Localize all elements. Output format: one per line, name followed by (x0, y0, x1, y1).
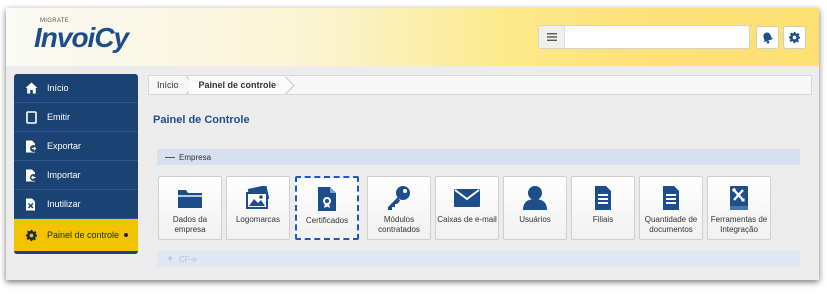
tile-caixas-de-email[interactable]: Caixas de e-mail (435, 176, 499, 240)
tile-dados-da-empresa[interactable]: Dados da empresa (158, 176, 222, 240)
tile-label: Módulos contratados (378, 215, 420, 234)
tile-usuarios[interactable]: Usuários (503, 176, 567, 240)
sidebar-item-importar[interactable]: Importar (14, 161, 138, 190)
sidebar-item-label: Painel de controle (47, 230, 120, 240)
tile-label: Ferramentas de Integração (710, 215, 768, 234)
sidebar: Início Emitir Exportar Importar Inutiliz… (14, 74, 138, 254)
sidebar-item-painel-de-controle[interactable]: Painel de controle (14, 219, 138, 251)
sidebar-item-label: Início (47, 83, 69, 93)
search-input[interactable] (567, 28, 747, 46)
expand-icon: + (167, 253, 173, 265)
sidebar-item-label: Exportar (47, 141, 82, 151)
menu-button[interactable] (539, 26, 565, 48)
collapse-icon: — (165, 151, 175, 163)
tile-label: Dados da empresa (172, 215, 208, 234)
folder-icon (177, 183, 203, 213)
tile-label: Filiais (592, 215, 614, 224)
section-label: CF-e (179, 254, 197, 264)
gear-icon (24, 228, 38, 242)
search-box (538, 25, 750, 49)
tools-book-icon (729, 183, 749, 213)
sidebar-item-emitir[interactable]: Emitir (14, 103, 138, 132)
app-window: MIGRATE InvoiCy Início Emitir Exportar I… (6, 8, 819, 280)
sidebar-item-exportar[interactable]: Exportar (14, 132, 138, 161)
section-cfe-header[interactable]: + CF-e (157, 251, 800, 267)
section-label: Empresa (179, 152, 212, 162)
import-icon (24, 168, 38, 182)
tile-label: Caixas de e-mail (437, 215, 497, 224)
document-icon (24, 110, 38, 124)
user-icon (522, 183, 548, 213)
export-icon (24, 139, 38, 153)
tile-filiais[interactable]: Filiais (571, 176, 635, 240)
active-indicator (124, 233, 128, 237)
tile-label: Usuários (519, 215, 551, 224)
gear-icon (788, 31, 801, 44)
tile-label: Certificados (305, 216, 349, 225)
tile-label: Logomarcas (235, 215, 281, 224)
section-empresa-header[interactable]: — Empresa (157, 149, 800, 165)
breadcrumb-home[interactable]: Início (149, 76, 189, 94)
notifications-button[interactable] (756, 26, 779, 49)
top-header: MIGRATE InvoiCy (6, 8, 819, 66)
sidebar-item-label: Importar (47, 170, 81, 180)
sidebar-item-inicio[interactable]: Início (14, 74, 138, 103)
breadcrumb: Início Painel de controle (148, 75, 812, 95)
tile-modulos-contratados[interactable]: Módulos contratados (367, 176, 431, 240)
tile-ferramentas-de-integracao[interactable]: Ferramentas de Integração (707, 176, 771, 240)
key-icon (386, 183, 412, 213)
image-icon (245, 183, 271, 213)
settings-button[interactable] (783, 26, 806, 49)
home-icon (24, 81, 38, 95)
tile-quantidade-de-documentos[interactable]: Quantidade de documentos (639, 176, 703, 240)
envelope-icon (453, 183, 481, 213)
breadcrumb-current: Painel de controle (188, 76, 287, 94)
void-document-icon (24, 197, 38, 211)
bell-icon (763, 32, 774, 44)
tile-certificados[interactable]: Certificados (295, 176, 359, 240)
page-title: Painel de Controle (153, 114, 250, 126)
tile-logomarcas[interactable]: Logomarcas (226, 176, 290, 240)
sidebar-item-label: Inutilizar (47, 199, 81, 209)
app-logo[interactable]: InvoiCy (34, 22, 129, 54)
document-list-icon (594, 183, 612, 213)
sidebar-item-label: Emitir (47, 112, 70, 122)
sidebar-item-inutilizar[interactable]: Inutilizar (14, 190, 138, 219)
tile-label: Quantidade de documentos (644, 215, 698, 234)
document-list-icon (662, 183, 680, 213)
hamburger-icon (546, 33, 557, 41)
certificate-icon (317, 184, 337, 214)
